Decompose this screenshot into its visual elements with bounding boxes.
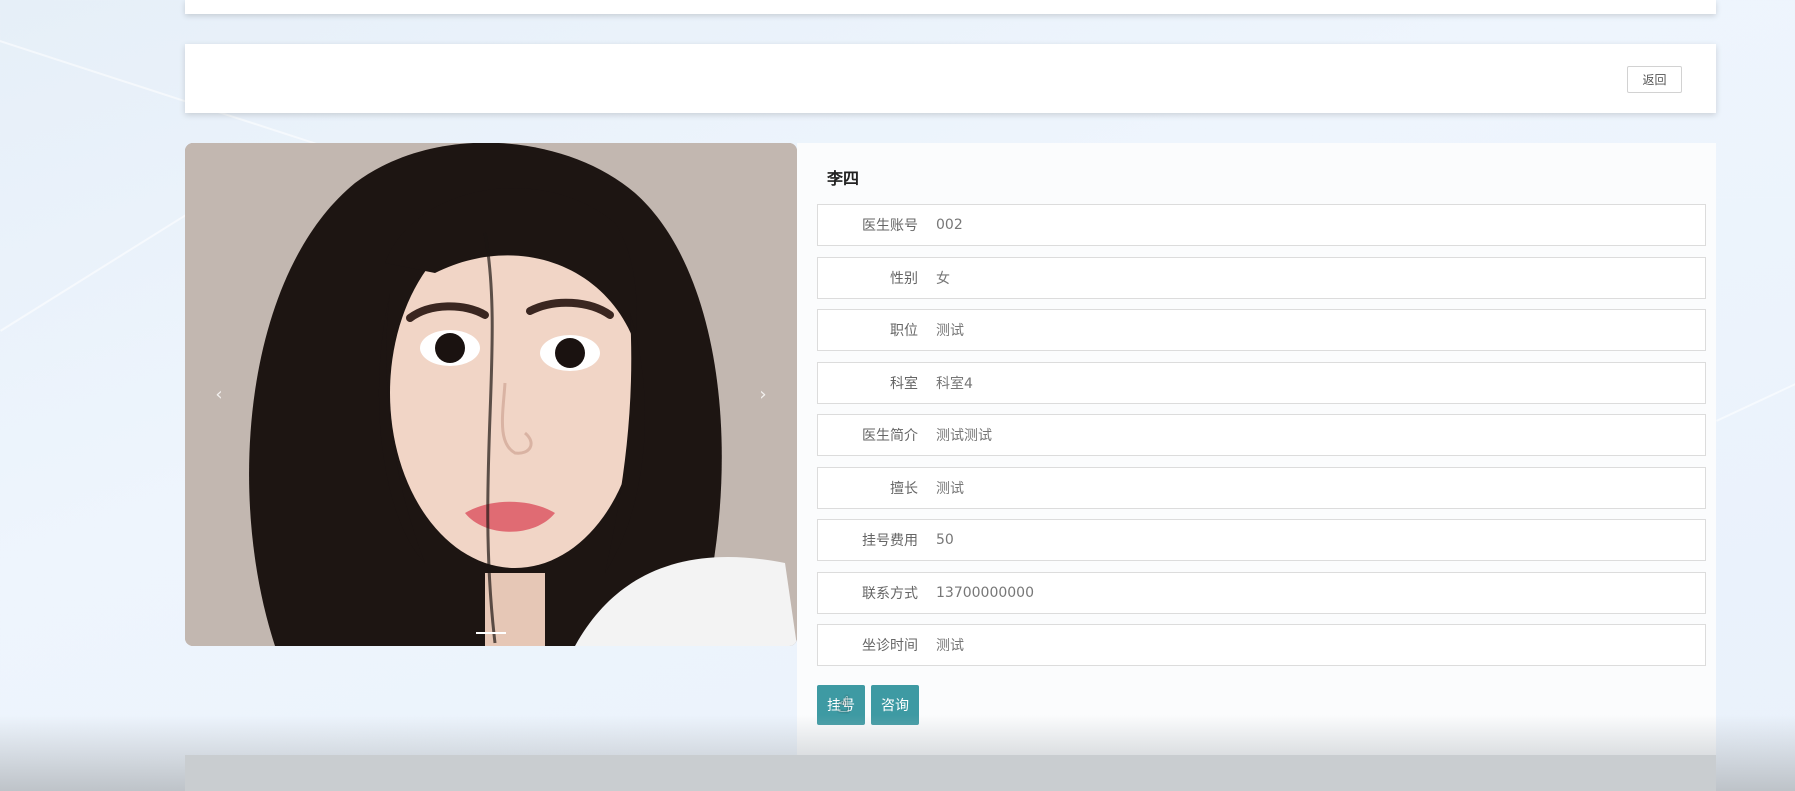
field-label: 挂号费用 <box>862 533 918 549</box>
field-department: 科室 科室4 <box>817 361 1706 404</box>
field-value: 13700000000 <box>936 584 1034 601</box>
field-label: 科室 <box>890 375 918 392</box>
field-specialty: 擅长 测试 <box>817 466 1706 509</box>
image-carousel[interactable]: ‹ › <box>185 143 797 646</box>
doctor-photo <box>185 143 797 646</box>
field-value: 测试 <box>936 323 964 339</box>
field-doctor-account: 医生账号 002 <box>817 204 1706 246</box>
field-value: 002 <box>936 217 963 233</box>
doctor-field-list: 医生账号 002 性别 女 职位 测试 科室 科室4 医生简介 测试测试 擅长 … <box>817 204 1706 677</box>
field-value: 测试 <box>936 638 964 654</box>
field-gender: 性别 女 <box>817 256 1706 299</box>
back-button[interactable]: 返回 <box>1627 66 1682 93</box>
carousel-next-arrow[interactable]: › <box>753 379 773 409</box>
field-value: 50 <box>936 532 954 548</box>
doctor-name: 李四 <box>827 169 860 188</box>
field-label: 坐诊时间 <box>862 638 918 654</box>
field-label: 联系方式 <box>862 585 918 602</box>
carousel-prev-arrow[interactable]: ‹ <box>209 379 229 409</box>
field-value: 女 <box>936 270 950 287</box>
field-value: 测试测试 <box>936 428 992 444</box>
carousel-indicator[interactable] <box>476 632 506 634</box>
field-label: 医生账号 <box>862 218 918 234</box>
bottom-panel <box>185 755 1716 791</box>
field-label: 医生简介 <box>862 428 918 444</box>
consult-button-label: 咨询 <box>881 698 909 714</box>
field-label: 擅长 <box>890 480 918 497</box>
field-value: 测试 <box>936 480 964 497</box>
field-introduction: 医生简介 测试测试 <box>817 414 1706 456</box>
field-registration-fee: 挂号费用 50 <box>817 519 1706 561</box>
field-value: 科室4 <box>936 375 973 392</box>
field-consulting-time: 坐诊时间 测试 <box>817 624 1706 666</box>
field-position: 职位 测试 <box>817 309 1706 351</box>
field-label: 职位 <box>890 323 918 339</box>
field-label: 性别 <box>890 270 918 287</box>
field-contact: 联系方式 13700000000 <box>817 571 1706 614</box>
doctor-detail-panel: 李四 医生账号 002 性别 女 职位 测试 科室 科室4 医生简介 测试测试 … <box>797 143 1716 755</box>
toolbar: 返回 <box>185 44 1716 113</box>
top-panel <box>185 0 1716 14</box>
